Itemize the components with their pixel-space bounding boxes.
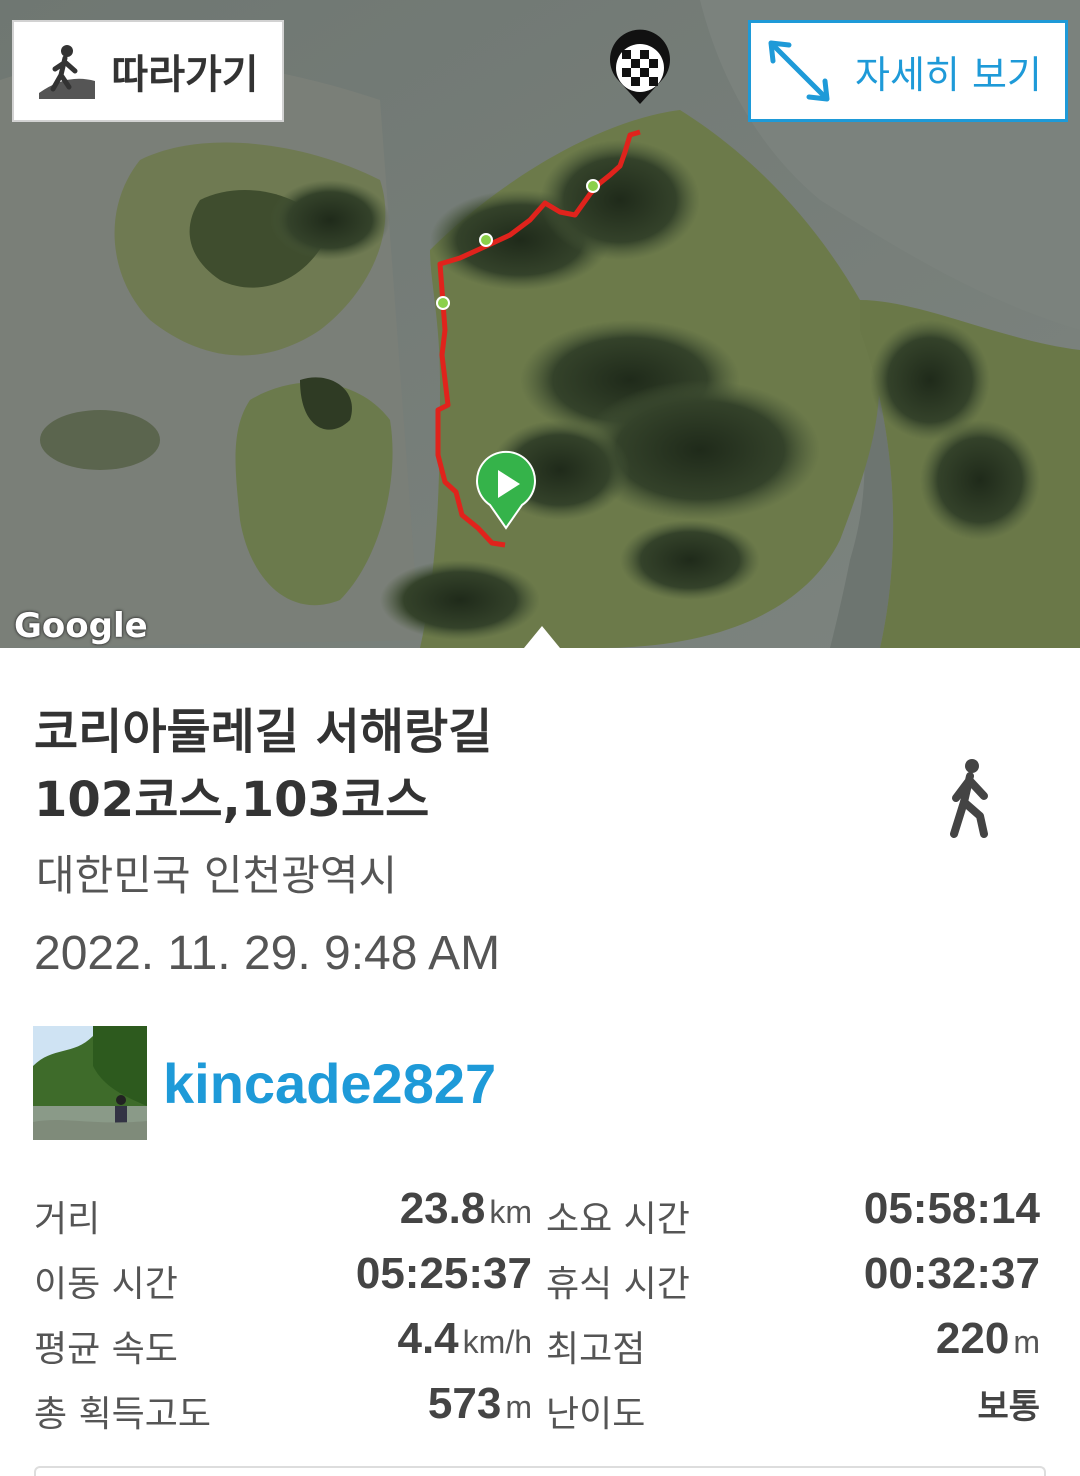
difficulty-label: 난이도 xyxy=(546,1394,646,1435)
avatar[interactable] xyxy=(33,1026,147,1140)
moving-time-value: 05:25:37 xyxy=(355,1249,532,1298)
rest-time-value: 00:32:37 xyxy=(863,1249,1040,1298)
hiker-icon xyxy=(39,45,96,99)
waypoint-dot xyxy=(436,296,450,310)
stats-table: 거리 23.8 km 소요 시간 05:58:14 이동 시간 05:25:37 … xyxy=(0,1180,1080,1440)
follow-button-label: 따라가기 xyxy=(111,52,259,98)
user-profile[interactable]: kincade2827 xyxy=(33,1026,496,1140)
expand-arrows-icon xyxy=(768,40,830,102)
track-title-line1: 코리아둘레길 서해랑길 xyxy=(34,704,493,760)
stats-row: 총 획득고도 573 m 난이도 보통 xyxy=(0,1375,1080,1440)
view-details-label: 자세히 보기 xyxy=(855,52,1042,97)
username-link[interactable]: kincade2827 xyxy=(163,1051,496,1116)
waypoint-dot xyxy=(586,179,600,193)
walking-person-icon xyxy=(950,759,988,838)
difficulty-value: 보통 xyxy=(977,1388,1040,1426)
avg-speed-label: 평균 속도 xyxy=(34,1329,178,1370)
stats-row: 평균 속도 4.4 km/h 최고점 220 m xyxy=(0,1310,1080,1375)
distance-label: 거리 xyxy=(34,1199,101,1240)
track-region: 대한민국 인천광역시 xyxy=(36,851,398,900)
moving-time-label: 이동 시간 xyxy=(34,1264,178,1305)
panel-pointer xyxy=(524,626,560,648)
stats-row: 이동 시간 05:25:37 휴식 시간 00:32:37 xyxy=(0,1245,1080,1310)
total-ascent-value: 573 m xyxy=(427,1379,532,1428)
rest-time-label: 휴식 시간 xyxy=(546,1264,690,1305)
avg-speed-value: 4.4 km/h xyxy=(397,1314,532,1363)
total-time-value: 05:58:14 xyxy=(863,1184,1040,1233)
track-title-line2: 102코스,103코스 xyxy=(34,772,430,828)
stats-row: 거리 23.8 km 소요 시간 05:58:14 xyxy=(0,1180,1080,1245)
track-datetime: 2022. 11. 29. 9:48 AM xyxy=(34,927,501,980)
total-ascent-label: 총 획득고도 xyxy=(34,1394,212,1435)
view-details-button[interactable]: 자세히 보기 xyxy=(748,20,1068,122)
track-title: 코리아둘레길 서해랑길 102코스,103코스 xyxy=(34,698,854,834)
follow-button[interactable]: 따라가기 xyxy=(12,20,284,122)
track-map[interactable]: 따라가기 자세히 보기 Google xyxy=(0,0,1080,648)
total-time-label: 소요 시간 xyxy=(546,1199,690,1240)
waypoint-dot xyxy=(479,233,493,247)
google-attribution: Google xyxy=(14,606,148,646)
distance-value: 23.8 km xyxy=(399,1184,532,1233)
max-altitude-label: 최고점 xyxy=(546,1329,646,1370)
max-altitude-value: 220 m xyxy=(935,1314,1040,1363)
